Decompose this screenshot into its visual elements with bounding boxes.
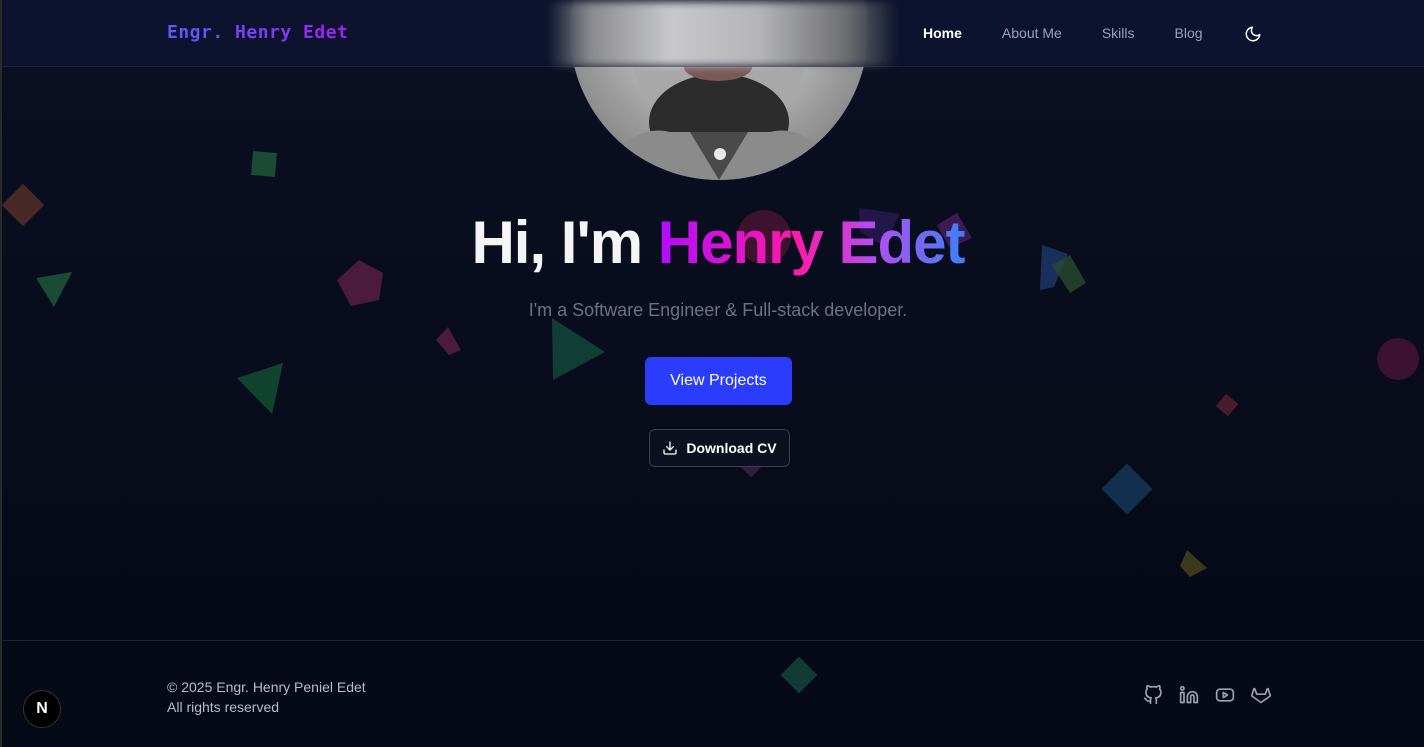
social-links bbox=[1143, 684, 1272, 705]
download-cv-label: Download CV bbox=[686, 440, 777, 456]
bg-shape bbox=[1215, 393, 1239, 417]
nav-blog[interactable]: Blog bbox=[1175, 25, 1203, 41]
copyright-line-1: © 2025 Engr. Henry Peniel Edet bbox=[167, 679, 366, 695]
image-blur-overlay bbox=[548, 2, 898, 66]
nextjs-badge-label: N bbox=[36, 700, 48, 717]
github-icon[interactable] bbox=[1143, 684, 1163, 705]
nav-skills[interactable]: Skills bbox=[1102, 25, 1135, 41]
bg-shape bbox=[552, 318, 605, 380]
view-projects-label: View Projects bbox=[670, 372, 767, 389]
page: Engr. Henry Edet Home About Me Skills Bl… bbox=[0, 0, 1424, 747]
bg-shape bbox=[250, 150, 278, 178]
nav-about-me[interactable]: About Me bbox=[1002, 25, 1062, 41]
download-icon bbox=[662, 440, 678, 456]
view-projects-button[interactable]: View Projects bbox=[645, 357, 792, 405]
bg-shape bbox=[1377, 338, 1419, 380]
copyright-line-2: All rights reserved bbox=[167, 699, 280, 715]
linkedin-icon[interactable] bbox=[1179, 685, 1199, 705]
bg-shape bbox=[237, 363, 283, 414]
youtube-icon[interactable] bbox=[1215, 685, 1235, 705]
bg-shape bbox=[1101, 463, 1153, 515]
hero-greeting: Hi, I'm bbox=[471, 209, 658, 276]
download-cv-button[interactable]: Download CV bbox=[649, 429, 790, 467]
gitlab-icon[interactable] bbox=[1250, 685, 1272, 705]
bg-shape bbox=[436, 327, 461, 355]
nextjs-badge[interactable]: N bbox=[23, 690, 61, 728]
site-footer: © 2025 Engr. Henry Peniel Edet All right… bbox=[2, 640, 1424, 747]
bg-shape bbox=[1180, 550, 1207, 577]
site-logo[interactable]: Engr. Henry Edet bbox=[167, 22, 348, 43]
nav-home[interactable]: Home bbox=[923, 25, 962, 41]
moon-icon[interactable] bbox=[1244, 25, 1262, 43]
hero-title: Hi, I'm Henry Edet bbox=[2, 208, 1424, 277]
hero-subtitle: I'm a Software Engineer & Full-stack dev… bbox=[528, 300, 908, 320]
hero-name: Henry Edet bbox=[657, 209, 966, 276]
copyright: © 2025 Engr. Henry Peniel Edet All right… bbox=[167, 677, 366, 717]
main-nav: Home About Me Skills Blog bbox=[923, 25, 1243, 41]
